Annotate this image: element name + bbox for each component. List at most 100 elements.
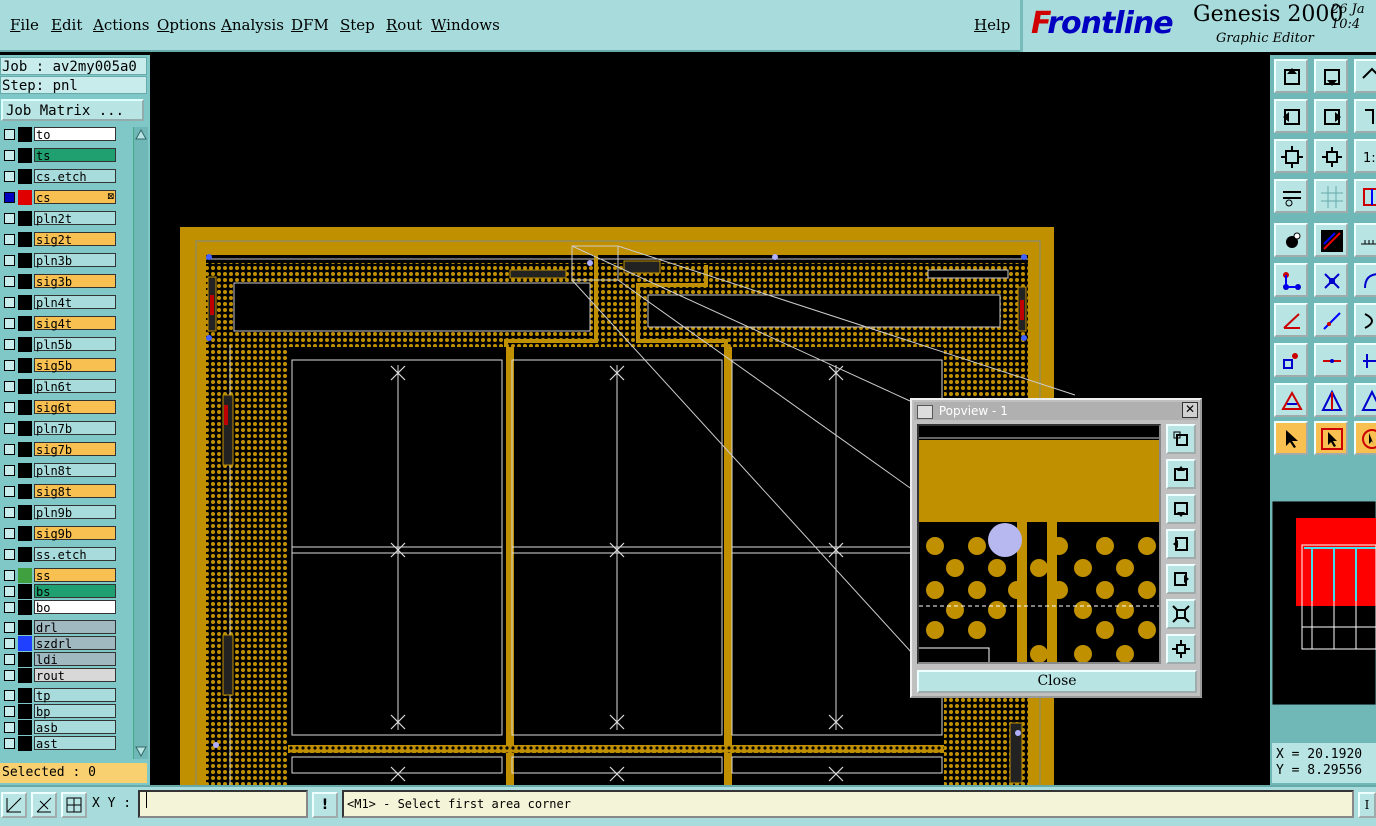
layer-display-swatch[interactable] (18, 148, 32, 163)
slash-tool-button[interactable] (1314, 303, 1348, 337)
layer-name[interactable]: sig6t (34, 400, 116, 415)
layer-affected-checkbox[interactable] (4, 486, 15, 497)
dash-tool-button[interactable] (1314, 343, 1348, 377)
layer-display-swatch[interactable] (18, 526, 32, 541)
layer-name[interactable]: ast (34, 736, 116, 751)
layer-row-drl[interactable]: drl (0, 620, 133, 635)
select-box-button[interactable] (1314, 421, 1348, 455)
layer-name[interactable]: bo (34, 600, 116, 615)
layer-row-cs[interactable]: cs ⊠ (0, 190, 133, 205)
popview-close-icon[interactable]: ✕ (1182, 402, 1198, 418)
layer-name[interactable]: pln6t (34, 379, 116, 394)
layer-row-pln8t[interactable]: pln8t (0, 463, 133, 478)
popview-pan-up-button[interactable] (1166, 459, 1196, 489)
layer-name[interactable]: asb (34, 720, 116, 735)
layer-display-swatch[interactable] (18, 600, 32, 615)
layer-name[interactable]: sig5b (34, 358, 116, 373)
path-tool-button[interactable] (1354, 383, 1376, 417)
layer-display-swatch[interactable] (18, 484, 32, 499)
layer-name[interactable]: rout (34, 668, 116, 683)
layer-row-sig3b[interactable]: sig3b (0, 274, 133, 289)
layer-row-sig5b[interactable]: sig5b (0, 358, 133, 373)
route-tool-button[interactable] (1314, 383, 1348, 417)
layer-display-swatch[interactable] (18, 169, 32, 184)
layer-row-sig8t[interactable]: sig8t (0, 484, 133, 499)
layer-name[interactable]: pln4t (34, 295, 116, 310)
menu-file[interactable]: File (10, 16, 39, 34)
zoom-one-to-one-button[interactable]: 1: (1354, 139, 1376, 173)
layer-row-bp[interactable]: bp (0, 704, 133, 719)
layer-name[interactable]: cs (34, 190, 116, 205)
menu-dfm[interactable]: DFM (291, 16, 329, 34)
menu-options[interactable]: Options (157, 16, 216, 34)
layer-display-swatch[interactable] (18, 127, 32, 142)
layer-affected-checkbox[interactable] (4, 276, 15, 287)
layer-name[interactable]: sig7b (34, 442, 116, 457)
snap-button[interactable] (1354, 179, 1376, 213)
layer-affected-checkbox[interactable] (4, 654, 15, 665)
pad-tool-button[interactable] (1274, 223, 1308, 257)
layer-affected-checkbox[interactable] (4, 738, 15, 749)
layer-display-swatch[interactable] (18, 211, 32, 226)
layer-affected-checkbox[interactable] (4, 602, 15, 613)
layer-name[interactable]: pln2t (34, 211, 116, 226)
layer-row-sig7b[interactable]: sig7b (0, 442, 133, 457)
net-tool-button[interactable] (1274, 263, 1308, 297)
layer-row-bs[interactable]: bs (0, 584, 133, 599)
align-tool-button[interactable] (1354, 343, 1376, 377)
menu-windows[interactable]: Windows (431, 16, 500, 34)
layer-row-sig6t[interactable]: sig6t (0, 400, 133, 415)
popview-canvas[interactable] (917, 424, 1161, 664)
layer-list-scrollbar[interactable] (133, 127, 148, 759)
layer-row-pln6t[interactable]: pln6t (0, 379, 133, 394)
layer-display-swatch[interactable] (18, 720, 32, 735)
layer-row-ss-etch[interactable]: ss.etch (0, 547, 133, 562)
layer-display-swatch[interactable] (18, 190, 32, 205)
layer-affected-checkbox[interactable] (4, 444, 15, 455)
layer-affected-checkbox[interactable] (4, 318, 15, 329)
ruler-tool-button[interactable] (1354, 223, 1376, 257)
layer-name[interactable]: sig9b (34, 526, 116, 541)
layer-display-swatch[interactable] (18, 316, 32, 331)
layer-affected-checkbox[interactable] (4, 213, 15, 224)
menu-analysis[interactable]: Analysis (221, 16, 284, 34)
layer-display-swatch[interactable] (18, 505, 32, 520)
layer-display-swatch[interactable] (18, 232, 32, 247)
popview-pan-right-button[interactable] (1166, 564, 1196, 594)
popview-title-bar[interactable]: Popview - 1 (914, 402, 1198, 420)
select-circle-button[interactable] (1354, 421, 1376, 455)
layer-name[interactable]: bp (34, 704, 116, 719)
angle-tool-button[interactable] (1274, 303, 1308, 337)
layer-affected-checkbox[interactable] (4, 297, 15, 308)
layer-affected-checkbox[interactable] (4, 465, 15, 476)
layer-display-swatch[interactable] (18, 421, 32, 436)
layer-row-cs-etch[interactable]: cs.etch (0, 169, 133, 184)
layer-name[interactable]: pln8t (34, 463, 116, 478)
layer-name[interactable]: sig4t (34, 316, 116, 331)
layer-display-swatch[interactable] (18, 584, 32, 599)
menu-actions[interactable]: Actions (93, 16, 149, 34)
layer-display-swatch[interactable] (18, 547, 32, 562)
snap-mode-button[interactable] (1, 792, 27, 818)
overview-map[interactable] (1272, 501, 1376, 705)
popview-tool-zoom-button[interactable] (1166, 424, 1196, 454)
layer-row-pln2t[interactable]: pln2t (0, 211, 133, 226)
popview-pan-down-button[interactable] (1166, 494, 1196, 524)
layer-display-swatch[interactable] (18, 442, 32, 457)
cross-tool-button[interactable] (1314, 263, 1348, 297)
select-tool-button[interactable] (1274, 421, 1308, 455)
layer-name[interactable]: pln7b (34, 421, 116, 436)
alert-button[interactable]: ! (312, 792, 338, 818)
pan-right-button[interactable] (1314, 99, 1348, 133)
pan-left-button[interactable] (1274, 99, 1308, 133)
layer-affected-checkbox[interactable] (4, 381, 15, 392)
menu-edit[interactable]: Edit (51, 16, 82, 34)
home-button[interactable] (1354, 59, 1376, 93)
job-matrix-button[interactable]: Job Matrix ... (1, 99, 144, 121)
layer-name[interactable]: szdrl (34, 636, 116, 651)
layer-display-swatch[interactable] (18, 668, 32, 683)
layer-row-rout[interactable]: rout (0, 668, 133, 683)
layer-row-sig4t[interactable]: sig4t (0, 316, 133, 331)
arc-tool-button[interactable] (1354, 263, 1376, 297)
measure-button[interactable] (1274, 179, 1308, 213)
